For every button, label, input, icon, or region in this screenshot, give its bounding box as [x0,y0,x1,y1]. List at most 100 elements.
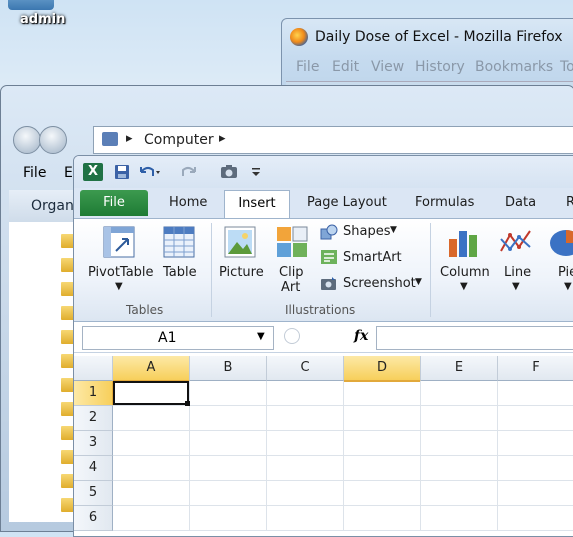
back-button[interactable] [13,126,41,154]
excel-logo-icon[interactable]: X [83,163,103,181]
grid-cell[interactable] [267,481,344,506]
column-header[interactable]: D [344,356,421,382]
grid-cell[interactable] [267,456,344,481]
grid-cell[interactable] [344,506,421,531]
grid-cell[interactable] [190,481,267,506]
grid-cell[interactable] [421,381,498,406]
row-header[interactable]: 4 [74,456,113,481]
tab-insert[interactable]: Insert [224,190,290,219]
admin-user-icon[interactable] [8,0,54,10]
smartart-button[interactable]: SmartArt [343,250,402,265]
grid-cell[interactable] [498,431,573,456]
ff-menu-bookmarks[interactable]: Bookmarks [475,59,553,75]
grid-cell[interactable] [267,431,344,456]
tab-page-layout[interactable]: Page Layout [307,195,387,210]
chevron-right-icon[interactable]: ▸ [219,131,226,146]
grid-cell[interactable] [498,406,573,431]
column-header[interactable]: C [267,356,344,381]
camera-icon[interactable] [220,164,238,180]
formula-input[interactable] [376,326,573,350]
active-cell-a1[interactable] [113,381,189,405]
organize-button[interactable]: Organ [31,198,74,214]
grid-cell[interactable] [421,406,498,431]
grid-cell[interactable] [498,456,573,481]
screenshot-button[interactable]: Screenshot [343,276,416,291]
fill-handle[interactable] [185,401,190,406]
grid-cell[interactable] [421,506,498,531]
grid-cell[interactable] [113,481,190,506]
column-header[interactable]: A [113,356,190,382]
chevron-down-icon[interactable]: ▼ [564,281,572,292]
ff-menu-view[interactable]: View [371,59,404,75]
chevron-down-icon[interactable]: ▼ [512,281,520,292]
grid-cell[interactable] [113,506,190,531]
grid-cell[interactable] [421,431,498,456]
chevron-down-icon[interactable]: ▼ [415,277,422,287]
forward-button[interactable] [39,126,67,154]
ff-menu-history[interactable]: History [415,59,465,75]
ff-menu-tools[interactable]: To [560,59,573,75]
column-header[interactable]: F [498,356,573,381]
select-all-corner[interactable] [74,356,113,381]
grid-cell[interactable] [498,481,573,506]
tab-review[interactable]: R [566,195,573,210]
grid-cell[interactable] [421,456,498,481]
chevron-down-icon[interactable]: ▼ [257,331,265,342]
row-header[interactable]: 1 [74,381,114,406]
column-header[interactable]: E [421,356,498,381]
exp-menu-file[interactable]: File [23,165,46,181]
chevron-down-icon[interactable]: ▼ [390,225,397,235]
grid-cell[interactable] [344,456,421,481]
grid-cell[interactable] [267,506,344,531]
redo-icon[interactable] [180,164,202,180]
insert-function-icon[interactable]: fx [354,328,368,344]
grid-cell[interactable] [190,506,267,531]
excel-window[interactable]: X File Home Insert Page Layout Formulas … [73,155,573,537]
tab-data[interactable]: Data [505,195,536,210]
undo-icon[interactable] [138,164,160,180]
grid-cell[interactable] [267,406,344,431]
grid-cell[interactable] [113,456,190,481]
chevron-down-icon[interactable]: ▼ [460,281,468,292]
customize-qat-icon[interactable] [250,164,262,180]
shapes-button[interactable]: Shapes [343,224,390,239]
row-header[interactable]: 6 [74,506,113,531]
grid-cell[interactable] [190,406,267,431]
clip-art-label-2[interactable]: Art [281,280,300,295]
tab-formulas[interactable]: Formulas [415,195,474,210]
grid-cell[interactable] [498,381,573,406]
picture-button[interactable]: Picture [219,265,264,280]
row-header[interactable]: 5 [74,481,113,506]
ff-menu-file[interactable]: File [296,59,319,75]
tab-home[interactable]: Home [169,195,207,210]
worksheet-grid[interactable]: A B C D E F 1 2 3 4 5 6 [74,356,573,536]
pivottable-button[interactable]: PivotTable [88,265,154,280]
grid-cell[interactable] [344,406,421,431]
grid-cell[interactable] [190,431,267,456]
grid-cell[interactable] [267,381,344,406]
grid-cell[interactable] [421,481,498,506]
grid-cell[interactable] [498,506,573,531]
chevron-right-icon[interactable]: ▸ [126,131,133,146]
column-chart-button[interactable]: Column [440,265,490,280]
pie-chart-button[interactable]: Pie [558,265,573,280]
row-header[interactable]: 3 [74,431,113,456]
grid-cell[interactable] [344,481,421,506]
desktop-admin-label[interactable]: admin [20,12,65,27]
save-icon[interactable] [114,164,130,180]
tab-file[interactable]: File [80,190,148,216]
grid-cell[interactable] [344,381,421,406]
column-header[interactable]: B [190,356,267,381]
exp-menu-edit[interactable]: E [64,165,73,181]
grid-cell[interactable] [344,431,421,456]
row-header[interactable]: 2 [74,406,113,431]
line-chart-button[interactable]: Line [504,265,531,280]
name-box[interactable]: A1 ▼ [82,326,274,350]
chevron-down-icon[interactable]: ▼ [115,281,123,292]
clip-art-label-1[interactable]: Clip [279,265,304,280]
grid-cell[interactable] [113,406,190,431]
grid-cell[interactable] [190,456,267,481]
ff-menu-edit[interactable]: Edit [332,59,359,75]
expand-formula-icon[interactable] [284,328,300,344]
grid-cell[interactable] [190,381,267,406]
